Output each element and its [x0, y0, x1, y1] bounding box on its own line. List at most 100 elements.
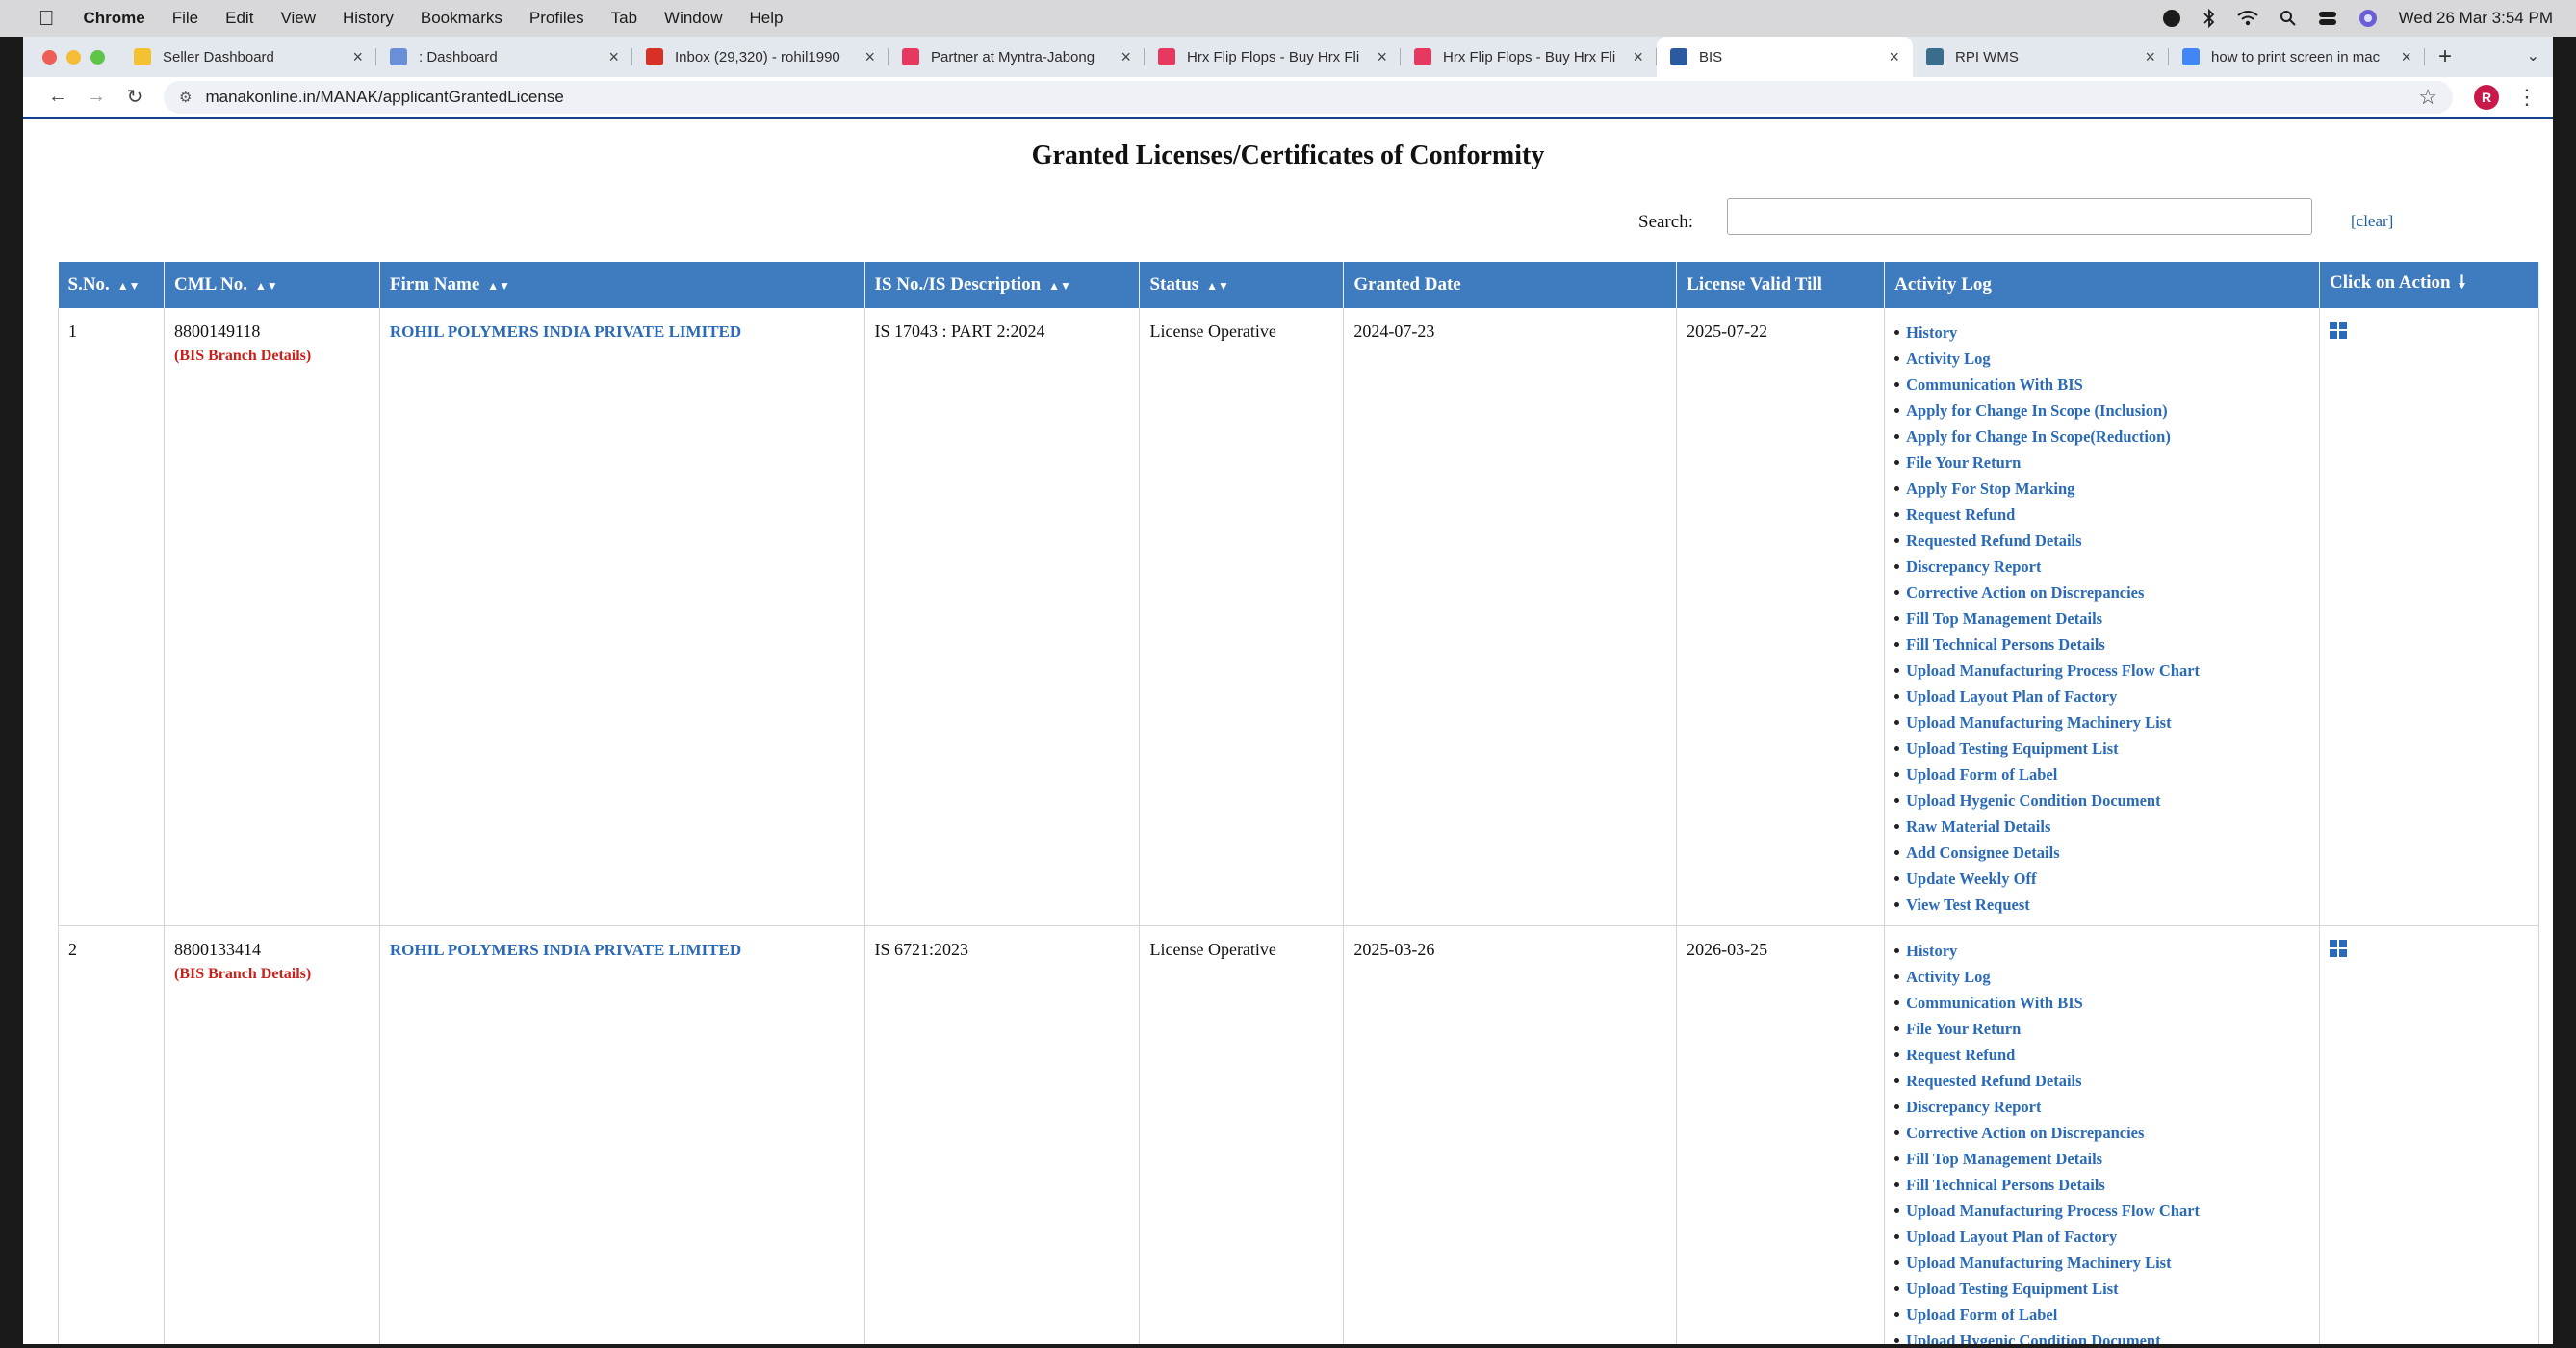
firm-name-link[interactable]: ROHIL POLYMERS INDIA PRIVATE LIMITED — [390, 323, 741, 341]
activity-link[interactable]: Apply for Change In Scope (Inclusion) — [1894, 400, 2309, 426]
browser-menu-icon[interactable]: ⋮ — [2516, 85, 2537, 110]
back-arrow-icon[interactable]: ← — [39, 86, 77, 108]
close-tab-icon[interactable]: × — [352, 47, 363, 67]
bookmark-star-icon[interactable]: ☆ — [2418, 85, 2437, 110]
control-center-icon[interactable] — [2318, 10, 2337, 27]
sort-icon[interactable]: ▲▼ — [255, 279, 278, 293]
activity-link[interactable]: Fill Top Management Details — [1894, 1148, 2309, 1174]
activity-link[interactable]: Upload Manufacturing Process Flow Chart — [1894, 1200, 2309, 1226]
activity-link[interactable]: Fill Technical Persons Details — [1894, 1174, 2309, 1200]
browser-tab[interactable]: Partner at Myntra-Jabong × — [889, 37, 1145, 77]
tab-search-chevron-icon[interactable]: ⌄ — [2527, 46, 2539, 65]
activity-link[interactable]: Requested Refund Details — [1894, 1070, 2309, 1096]
firm-name-link[interactable]: ROHIL POLYMERS INDIA PRIVATE LIMITED — [390, 941, 741, 959]
bis-branch-link[interactable]: (BIS Branch Details) — [174, 966, 370, 983]
activity-link[interactable]: Apply for Change In Scope(Reduction) — [1894, 426, 2309, 452]
close-tab-icon[interactable]: × — [608, 47, 619, 67]
close-tab-icon[interactable]: × — [2401, 47, 2411, 67]
close-tab-icon[interactable]: × — [1633, 47, 1643, 67]
address-bar[interactable]: ⚙ manakonline.in/MANAK/applicantGrantedL… — [164, 80, 2453, 114]
menu-window[interactable]: Window — [664, 9, 722, 28]
clear-search-link[interactable]: [clear] — [2351, 212, 2393, 231]
wifi-icon[interactable] — [2237, 10, 2258, 27]
url-text[interactable]: manakonline.in/MANAK/applicantGrantedLic… — [205, 88, 563, 107]
siri-icon[interactable] — [2358, 9, 2378, 28]
activity-link[interactable]: Requested Refund Details — [1894, 530, 2309, 556]
menu-history[interactable]: History — [343, 9, 394, 28]
sort-icon[interactable]: ▲▼ — [1048, 279, 1071, 293]
bluetooth-icon[interactable] — [2202, 9, 2216, 28]
menu-help[interactable]: Help — [750, 9, 784, 28]
minimize-window-button[interactable] — [66, 49, 81, 65]
activity-link[interactable]: Activity Log — [1894, 966, 2309, 992]
close-tab-icon[interactable]: × — [1377, 47, 1387, 67]
activity-link[interactable]: Fill Technical Persons Details — [1894, 634, 2309, 660]
activity-link[interactable]: Upload Hygenic Condition Document — [1894, 790, 2309, 816]
activity-link[interactable]: Request Refund — [1894, 1044, 2309, 1070]
menu-edit[interactable]: Edit — [225, 9, 253, 28]
activity-link[interactable]: Update Weekly Off — [1894, 868, 2309, 894]
bis-branch-link[interactable]: (BIS Branch Details) — [174, 348, 370, 365]
menubar-clock[interactable]: Wed 26 Mar 3:54 PM — [2399, 9, 2553, 28]
close-tab-icon[interactable]: × — [864, 47, 875, 67]
activity-link[interactable]: Upload Testing Equipment List — [1894, 1278, 2309, 1304]
activity-link[interactable]: History — [1894, 940, 2309, 966]
activity-link[interactable]: Upload Layout Plan of Factory — [1894, 1226, 2309, 1252]
activity-link[interactable]: Upload Hygenic Condition Document — [1894, 1330, 2309, 1344]
activity-link[interactable]: Add Consignee Details — [1894, 842, 2309, 868]
activity-link[interactable]: Upload Layout Plan of Factory — [1894, 686, 2309, 712]
col-firm[interactable]: Firm Name ▲▼ — [379, 262, 865, 308]
close-tab-icon[interactable]: × — [2145, 47, 2155, 67]
menu-profiles[interactable]: Profiles — [529, 9, 584, 28]
sort-icon[interactable]: ▲▼ — [1206, 279, 1229, 293]
col-cml[interactable]: CML No. ▲▼ — [164, 262, 380, 308]
col-sno[interactable]: S.No. ▲▼ — [58, 262, 165, 308]
site-settings-icon[interactable]: ⚙ — [179, 89, 192, 106]
forward-arrow-icon[interactable]: → — [77, 86, 116, 108]
browser-tab[interactable]: Hrx Flip Flops - Buy Hrx Fli × — [1401, 37, 1657, 77]
activity-link[interactable]: File Your Return — [1894, 1018, 2309, 1044]
activity-link[interactable]: Corrective Action on Discrepancies — [1894, 1122, 2309, 1148]
activity-link[interactable]: Upload Testing Equipment List — [1894, 738, 2309, 764]
browser-tab[interactable]: Inbox (29,320) - rohil1990 × — [632, 37, 889, 77]
action-grid-icon[interactable] — [2330, 322, 2347, 339]
menu-view[interactable]: View — [280, 9, 316, 28]
close-tab-icon[interactable]: × — [1889, 47, 1899, 67]
activity-link[interactable]: Upload Manufacturing Machinery List — [1894, 1252, 2309, 1278]
menu-bookmarks[interactable]: Bookmarks — [421, 9, 502, 28]
sort-icon[interactable]: ▲▼ — [117, 279, 141, 293]
sort-icon[interactable]: ▲▼ — [487, 279, 510, 293]
activity-link[interactable]: Apply For Stop Marking — [1894, 478, 2309, 504]
browser-tab[interactable]: Seller Dashboard × — [120, 37, 376, 77]
reload-icon[interactable]: ↻ — [116, 85, 154, 109]
activity-link[interactable]: Communication With BIS — [1894, 374, 2309, 400]
menu-file[interactable]: File — [172, 9, 198, 28]
menu-app-name[interactable]: Chrome — [84, 9, 145, 28]
activity-link[interactable]: Upload Form of Label — [1894, 764, 2309, 790]
activity-link[interactable]: Corrective Action on Discrepancies — [1894, 582, 2309, 608]
browser-tab[interactable]: how to print screen in mac × — [2169, 37, 2425, 77]
activity-link[interactable]: View Test Request — [1894, 894, 2309, 920]
apple-icon[interactable]:  — [39, 6, 55, 31]
search-input[interactable] — [1727, 198, 2312, 235]
action-grid-icon[interactable] — [2330, 940, 2347, 957]
activity-link[interactable]: Activity Log — [1894, 348, 2309, 374]
activity-link[interactable]: Upload Form of Label — [1894, 1304, 2309, 1330]
activity-link[interactable]: Request Refund — [1894, 504, 2309, 530]
activity-link[interactable]: Raw Material Details — [1894, 816, 2309, 842]
zoom-window-button[interactable] — [90, 49, 105, 65]
col-action[interactable]: Click on Action 🠗 — [2319, 262, 2539, 308]
menu-tab[interactable]: Tab — [611, 9, 637, 28]
sort-down-icon[interactable]: 🠗 — [2459, 272, 2466, 292]
activity-link[interactable]: Discrepancy Report — [1894, 1096, 2309, 1122]
browser-tab[interactable]: Hrx Flip Flops - Buy Hrx Fli × — [1145, 37, 1401, 77]
browser-tab[interactable]: RPI WMS × — [1913, 37, 2169, 77]
activity-link[interactable]: File Your Return — [1894, 452, 2309, 478]
col-is-no[interactable]: IS No./IS Description ▲▼ — [864, 262, 1141, 308]
close-window-button[interactable] — [42, 49, 57, 65]
profile-avatar[interactable]: R — [2474, 84, 2499, 110]
activity-link[interactable]: Upload Manufacturing Machinery List — [1894, 712, 2309, 738]
col-status[interactable]: Status ▲▼ — [1139, 262, 1345, 308]
activity-link[interactable]: Fill Top Management Details — [1894, 608, 2309, 634]
spotlight-search-icon[interactable] — [2280, 10, 2297, 27]
